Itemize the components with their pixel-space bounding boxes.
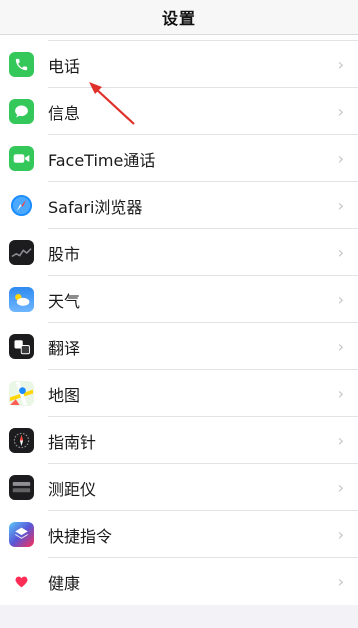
annotation-arrow	[89, 82, 135, 125]
